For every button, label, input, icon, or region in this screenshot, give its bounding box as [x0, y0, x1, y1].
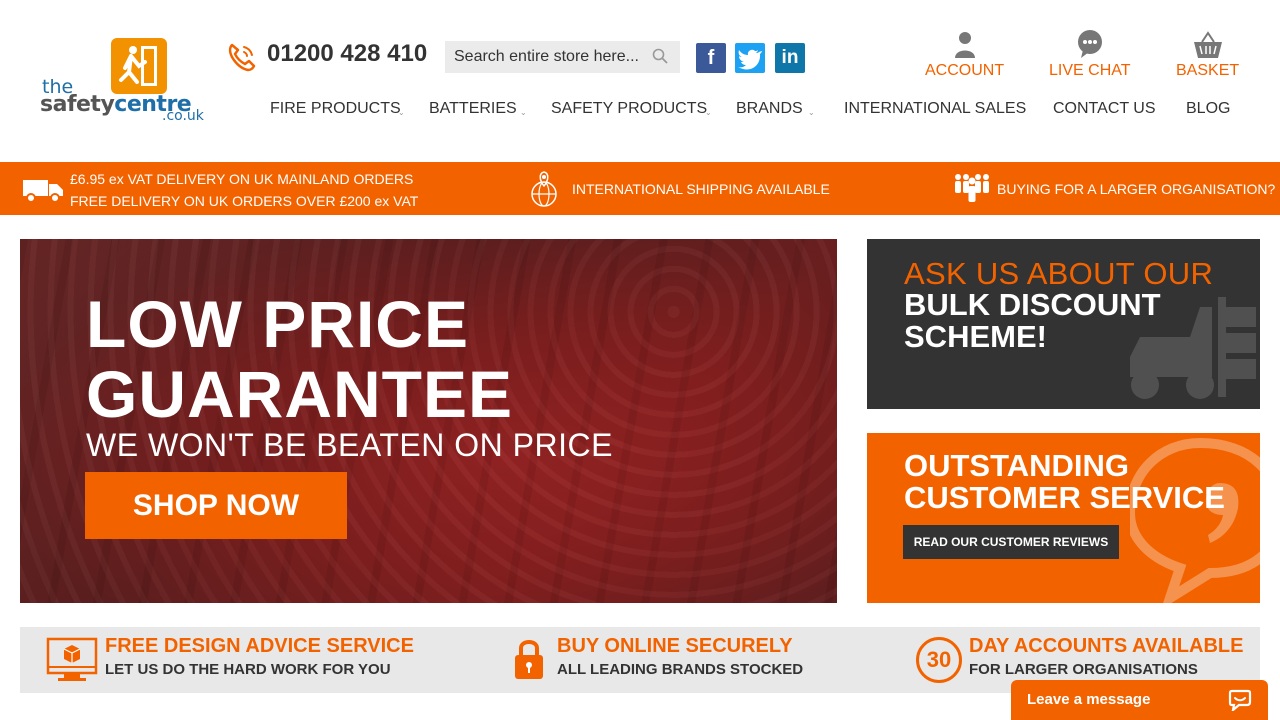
customer-service-panel: OUTSTANDING CUSTOMER SERVICE READ OUR CU… [867, 433, 1260, 603]
speech-bubble-icon [1077, 30, 1102, 58]
read-reviews-button[interactable]: READ OUR CUSTOMER REVIEWS [903, 525, 1119, 559]
chevron-down-icon[interactable]: ⌄ [808, 108, 815, 117]
padlock-icon [515, 640, 543, 679]
info-bar: £6.95 ex VAT DELIVERY ON UK MAINLAND ORD… [0, 162, 1280, 215]
monitor-box-icon [46, 637, 98, 681]
leave-message-label: Leave a message [1027, 691, 1151, 708]
search-icon[interactable] [652, 48, 668, 64]
nav-item-international-sales[interactable]: INTERNATIONAL SALES [844, 100, 1026, 118]
nav-item-batteries[interactable]: BATTERIES [429, 100, 517, 118]
linkedin-icon[interactable]: in [775, 43, 805, 73]
chevron-down-icon[interactable]: ⌄ [520, 108, 527, 117]
nav-item-contact-us[interactable]: CONTACT US [1053, 100, 1156, 118]
twitter-icon[interactable] [735, 43, 765, 73]
leave-message-widget[interactable]: Leave a message [1011, 680, 1268, 720]
search-input[interactable] [445, 48, 645, 66]
hero-title-line-1: LOW PRICE [86, 287, 469, 361]
delivery-line-2: FREE DELIVERY ON UK ORDERS OVER £200 ex … [70, 193, 419, 209]
live-chat-label: LIVE CHAT [1049, 62, 1131, 79]
nav-item-safety-products[interactable]: SAFETY PRODUCTS [551, 100, 707, 118]
delivery-info[interactable]: £6.95 ex VAT DELIVERY ON UK MAINLAND ORD… [22, 168, 418, 212]
feature-day-accounts-subtitle: FOR LARGER ORGANISATIONS [969, 661, 1198, 678]
group-people-icon [955, 174, 989, 202]
hero-banner[interactable]: LOW PRICE GUARANTEE WE WON'T BE BEATEN O… [20, 239, 837, 603]
hero-title-line-2: GUARANTEE [86, 357, 514, 431]
chat-bubble-icon [1228, 689, 1252, 711]
thirty-days-icon: 30 [916, 637, 962, 683]
basket-link[interactable]: BASKET [1176, 30, 1239, 80]
bulk-discount-panel[interactable]: ASK US ABOUT OUR BULK DISCOUNT SCHEME! [867, 239, 1260, 409]
feature-secure-buying-subtitle: ALL LEADING BRANDS STOCKED [557, 661, 804, 678]
bulk-discount-line-2: BULK DISCOUNT SCHEME! [904, 287, 1161, 354]
phone-icon [226, 41, 258, 73]
larger-organisation-info[interactable]: BUYING FOR A LARGER ORGANISATION? [953, 172, 1275, 206]
basket-icon [1193, 31, 1222, 58]
chevron-down-icon[interactable]: ⌄ [705, 108, 712, 117]
hero-subtitle: WE WON'T BE BEATEN ON PRICE [86, 427, 613, 463]
delivery-line-1: £6.95 ex VAT DELIVERY ON UK MAINLAND ORD… [70, 171, 414, 187]
chevron-down-icon[interactable]: ⌄ [398, 108, 405, 117]
logo-text-safety: safety [40, 92, 115, 117]
feature-design-advice-subtitle: LET US DO THE HARD WORK FOR YOU [105, 661, 391, 678]
shop-now-button[interactable]: SHOP NOW [85, 472, 347, 539]
account-link[interactable]: ACCOUNT [925, 30, 1004, 80]
globe-pin-icon [531, 171, 557, 207]
international-shipping-info[interactable]: INTERNATIONAL SHIPPING AVAILABLE [528, 170, 830, 208]
larger-organisation-label: BUYING FOR A LARGER ORGANISATION? [997, 181, 1276, 197]
delivery-van-icon [23, 180, 63, 203]
feature-secure-buying-title: BUY ONLINE SECURELY [557, 635, 793, 657]
hero-title: LOW PRICE GUARANTEE [86, 289, 513, 429]
logo-text-domain: .co.uk [162, 108, 204, 124]
nav-item-brands[interactable]: BRANDS [736, 100, 803, 118]
facebook-icon[interactable]: f [696, 43, 726, 73]
logo-running-man-icon [111, 38, 167, 94]
phone-number[interactable]: 01200 428 410 [267, 40, 427, 68]
search-box [445, 41, 680, 73]
account-icon [954, 32, 975, 58]
feature-design-advice-title: FREE DESIGN ADVICE SERVICE [105, 635, 414, 657]
account-label: ACCOUNT [925, 62, 1005, 79]
site-logo[interactable]: the safetycentre .co.uk [40, 36, 210, 128]
customer-service-heading: OUTSTANDING CUSTOMER SERVICE [904, 448, 1225, 515]
nav-item-fire-products[interactable]: FIRE PRODUCTS [270, 100, 401, 118]
page: the safetycentre .co.uk 01200 428 410 f … [0, 0, 1280, 720]
basket-label: BASKET [1176, 62, 1240, 79]
live-chat-link[interactable]: LIVE CHAT [1049, 30, 1131, 80]
feature-day-accounts-title: DAY ACCOUNTS AVAILABLE [969, 635, 1244, 657]
nav-item-blog[interactable]: BLOG [1186, 100, 1230, 118]
international-shipping-label: INTERNATIONAL SHIPPING AVAILABLE [572, 181, 830, 197]
